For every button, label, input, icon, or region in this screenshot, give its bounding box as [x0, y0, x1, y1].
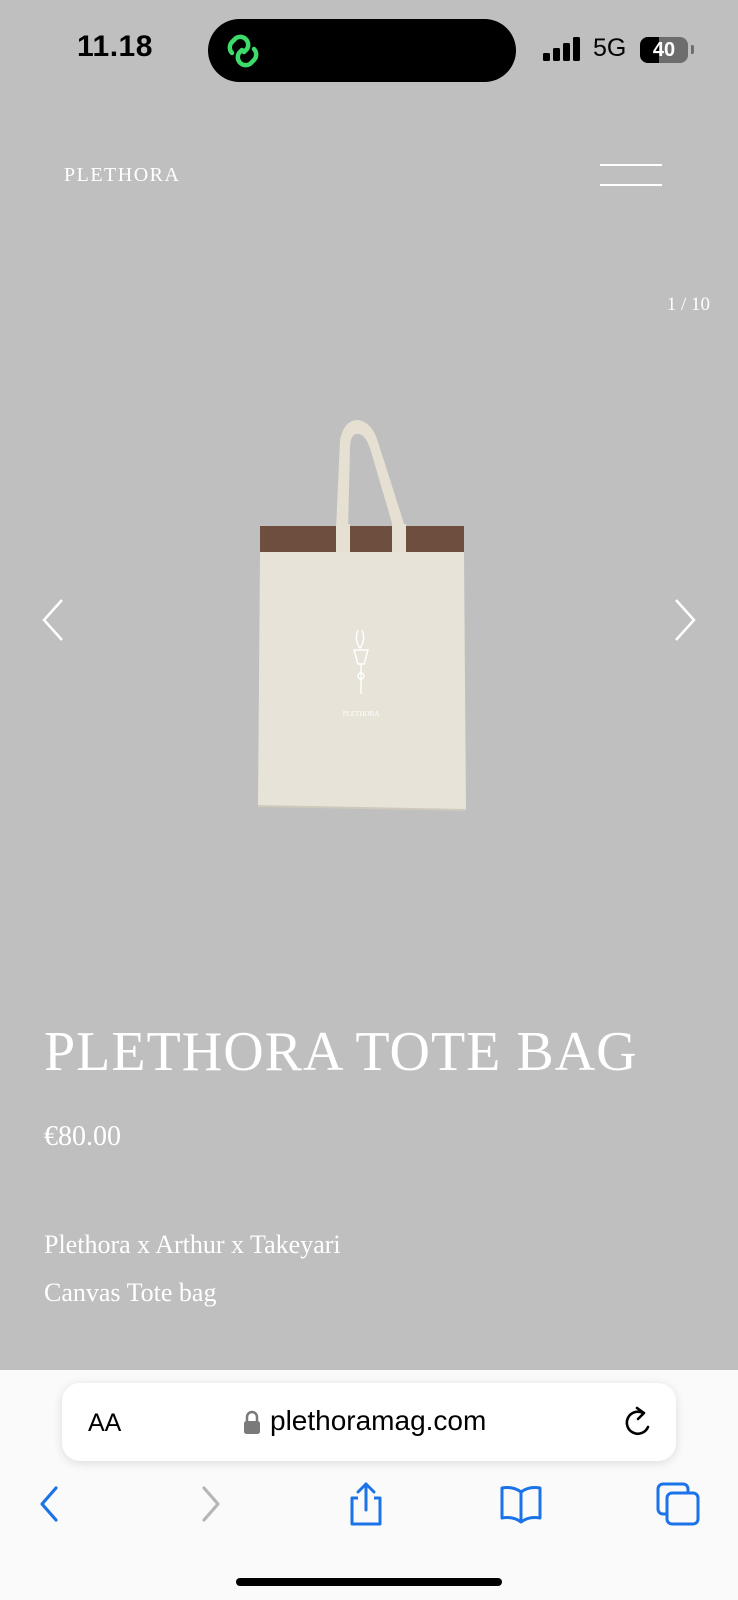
bookmarks-icon[interactable] — [499, 1482, 543, 1526]
address-bar[interactable]: AA plethoramag.com — [62, 1383, 676, 1461]
bag-logo-text: PLETHORA — [343, 710, 380, 718]
battery-icon: 40 — [640, 37, 688, 63]
text-size-button[interactable]: AA — [88, 1409, 121, 1438]
status-bar: 11.18 5G 40 — [0, 0, 738, 100]
status-time: 11.18 — [77, 30, 153, 63]
home-indicator[interactable] — [236, 1578, 502, 1586]
chevron-right-icon[interactable] — [664, 594, 704, 646]
product-description-line: Canvas Tote bag — [44, 1278, 217, 1307]
tabs-icon[interactable] — [656, 1482, 700, 1526]
cellular-signal-icon — [543, 37, 580, 61]
image-counter: 1 / 10 — [666, 294, 710, 315]
menu-line — [600, 164, 662, 166]
forward-icon[interactable] — [188, 1482, 232, 1526]
product-price: €80.00 — [44, 1121, 121, 1152]
chevron-left-icon[interactable] — [34, 594, 74, 646]
browser-toolbar: AA plethoramag.com — [0, 1370, 738, 1600]
site-logo[interactable]: PLETHORA — [64, 164, 180, 187]
product-description-line: Plethora x Arthur x Takeyari — [44, 1230, 341, 1259]
share-icon[interactable] — [344, 1482, 388, 1526]
battery-tip — [691, 45, 694, 54]
lock-icon — [244, 1410, 260, 1434]
product-title: PLETHORA TOTE BAG — [44, 1021, 638, 1083]
battery-level: 40 — [652, 39, 676, 61]
url-text[interactable]: plethoramag.com — [270, 1405, 486, 1437]
back-icon[interactable] — [28, 1482, 72, 1526]
network-type: 5G — [593, 34, 627, 62]
menu-line — [600, 184, 662, 186]
hamburger-menu-icon[interactable] — [600, 160, 664, 190]
linked-rings-icon — [227, 34, 259, 68]
dynamic-island[interactable] — [208, 19, 516, 82]
reload-icon[interactable] — [621, 1405, 655, 1441]
tote-bag-image[interactable]: PLETHORA — [258, 418, 484, 818]
